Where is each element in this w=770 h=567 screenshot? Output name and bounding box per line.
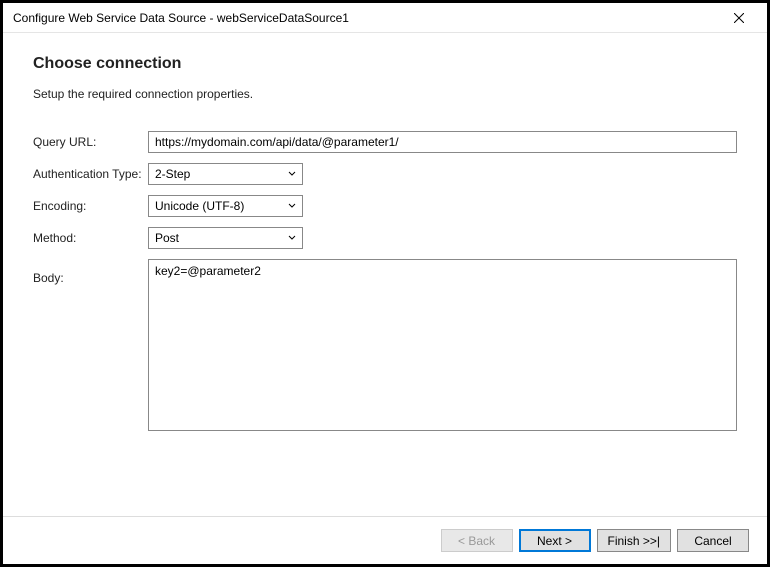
method-select[interactable]: Post [148,227,303,249]
auth-type-value: 2-Step [155,167,288,181]
back-button: < Back [441,529,513,552]
query-url-input[interactable] [148,131,737,153]
encoding-row: Encoding: Unicode (UTF-8) [33,195,737,217]
method-value: Post [155,231,288,245]
chevron-down-icon [288,202,296,210]
auth-type-select[interactable]: 2-Step [148,163,303,185]
encoding-select[interactable]: Unicode (UTF-8) [148,195,303,217]
close-icon [734,13,744,23]
method-label: Method: [33,227,148,245]
window-title: Configure Web Service Data Source - webS… [13,11,349,25]
titlebar: Configure Web Service Data Source - webS… [3,3,767,33]
auth-type-label: Authentication Type: [33,163,148,181]
query-url-row: Query URL: [33,131,737,153]
page-heading: Choose connection [33,55,737,73]
encoding-value: Unicode (UTF-8) [155,199,288,213]
footer-buttons: < Back Next > Finish >>| Cancel [3,516,767,564]
chevron-down-icon [288,170,296,178]
chevron-down-icon [288,234,296,242]
encoding-label: Encoding: [33,195,148,213]
auth-type-row: Authentication Type: 2-Step [33,163,737,185]
body-row: Body: key2=@parameter2 [33,259,737,434]
cancel-button[interactable]: Cancel [677,529,749,552]
next-button[interactable]: Next > [519,529,591,552]
close-button[interactable] [719,6,759,30]
dialog-window: Configure Web Service Data Source - webS… [0,0,770,567]
page-subheading: Setup the required connection properties… [33,87,737,101]
body-label: Body: [33,259,148,285]
query-url-label: Query URL: [33,131,148,149]
method-row: Method: Post [33,227,737,249]
body-textarea[interactable]: key2=@parameter2 [148,259,737,431]
finish-button[interactable]: Finish >>| [597,529,671,552]
content-area: Choose connection Setup the required con… [3,33,767,516]
